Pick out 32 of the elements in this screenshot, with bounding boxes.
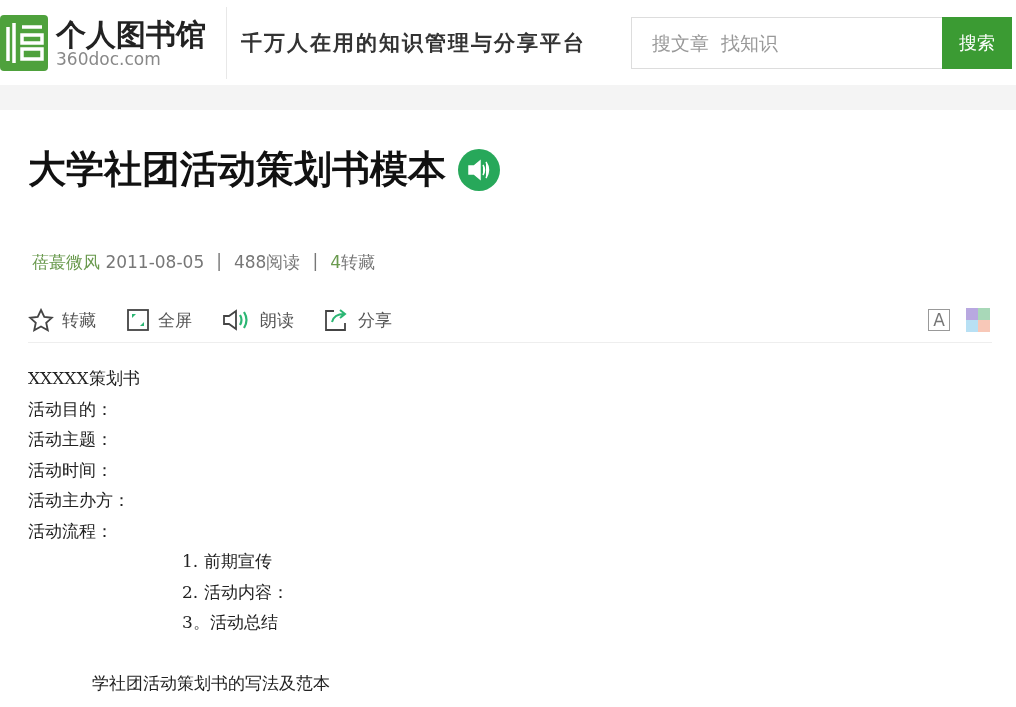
body-text: 活动流程： <box>28 520 113 541</box>
toolbar-action[interactable]: 转藏 <box>28 308 96 332</box>
toolbar-action[interactable]: 全屏 <box>126 308 192 332</box>
body-text: 活动主办方： <box>28 490 130 510</box>
site-domain: 360doc.com <box>56 50 161 68</box>
font-size-button[interactable]: A <box>928 309 950 331</box>
star-icon <box>28 308 54 332</box>
body-text: 活动主题： <box>28 429 113 449</box>
body-text: 1. 前期宣传 <box>182 551 272 571</box>
speaker-icon[interactable] <box>458 148 500 191</box>
body-text: 活动目的： <box>28 398 113 419</box>
fullscreen-icon <box>126 308 150 332</box>
save-count: 4 <box>330 252 341 272</box>
theme-color-icon[interactable] <box>966 308 990 332</box>
search-field[interactable]: 搜文章 找知识 <box>631 16 942 69</box>
logo-icon <box>0 14 48 71</box>
separator: | <box>216 251 222 273</box>
separator: | <box>312 251 319 273</box>
slogan: 千万人在用的知识管理与分享平台 <box>241 28 586 57</box>
read-count: 488阅读 <box>233 251 301 274</box>
body-text: 活动时间： <box>28 459 113 480</box>
body-text: 2. 活动内容： <box>182 581 289 602</box>
search-button[interactable]: 搜索 <box>942 16 1012 69</box>
article-title: 大学社团活动策划书模本 <box>28 146 446 193</box>
save-label: 转藏 <box>340 252 375 272</box>
post-date: 2011-08-05 <box>105 252 205 272</box>
body-text: 学社团活动策划书的写法及范本 <box>92 672 330 693</box>
body-text: XXXXX策划书 <box>28 368 140 388</box>
site-name: 个人图书馆 <box>56 17 206 51</box>
body-text: 3。活动总结 <box>182 612 278 632</box>
toolbar-action[interactable]: 朗读 <box>222 308 294 332</box>
toolbar-action[interactable]: 分享 <box>324 308 392 332</box>
